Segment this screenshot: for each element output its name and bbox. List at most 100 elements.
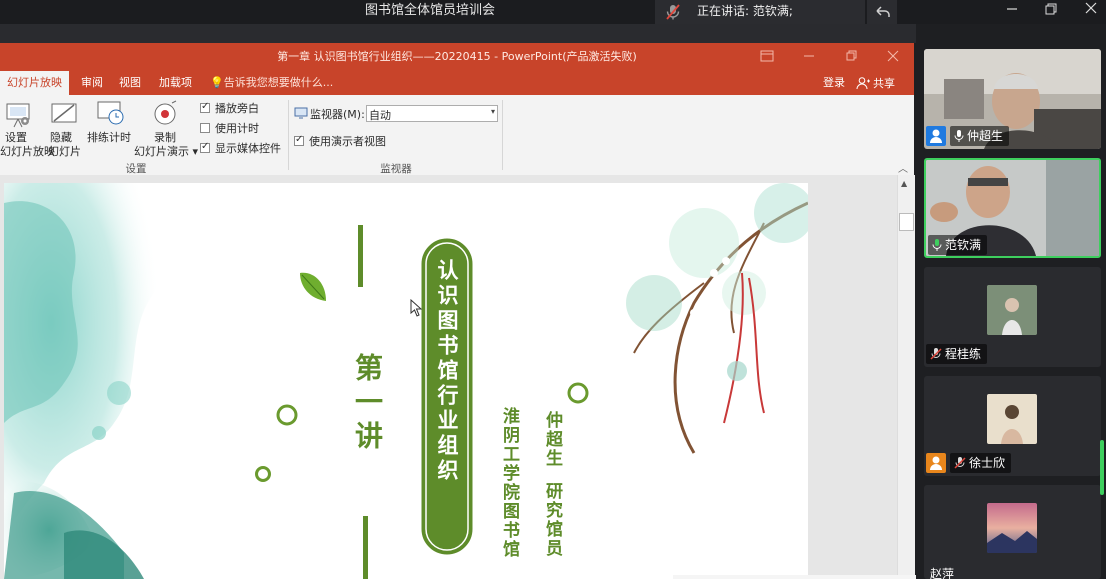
tell-me-text: 告诉我您想要做什么... <box>223 76 334 89</box>
tab-review[interactable]: 审阅 <box>74 71 110 95</box>
timings-check-icon <box>200 123 210 133</box>
media-label: 显示媒体控件 <box>215 142 281 155</box>
tell-me-box[interactable]: 💡告诉我您想要做什么... <box>210 71 333 95</box>
group-monitor-label: 监视器 <box>380 163 412 175</box>
ribbon-display-icon[interactable] <box>758 48 776 64</box>
scrollbar-thumb[interactable] <box>899 213 914 231</box>
participant-tile-avatar[interactable]: 程桂练 <box>924 267 1101 367</box>
use-timings-checkbox[interactable]: 使用计时 <box>200 121 259 135</box>
monitor-icon <box>294 107 308 119</box>
slide-institution: 淮阴工学院图书馆 <box>499 407 519 559</box>
mic-muted-icon <box>954 457 966 469</box>
return-icon <box>876 6 890 17</box>
ppt-close-icon[interactable] <box>884 48 902 64</box>
monitor-value: 自动 <box>369 109 391 122</box>
rehearse-timings-label: 排练计时 <box>87 131 131 144</box>
participant-tile-avatar[interactable]: 徐士欣 <box>924 376 1101 476</box>
avatar <box>987 285 1037 335</box>
close-button[interactable] <box>1076 0 1106 22</box>
ppt-minimize-icon[interactable] <box>800 48 818 64</box>
share-person-icon <box>856 77 870 90</box>
participant-name-chip: 程桂练 <box>926 344 988 364</box>
narration-label: 播放旁白 <box>215 102 259 115</box>
host-badge <box>926 126 946 146</box>
participant-name-chip: 仲超生 <box>950 126 1010 146</box>
setup-slideshow-icon <box>6 103 30 128</box>
tab-view[interactable]: 视图 <box>112 71 148 95</box>
participant-tile-avatar[interactable]: 赵萍 <box>924 485 1101 579</box>
ppt-restore-icon[interactable] <box>842 48 860 64</box>
cohost-badge <box>926 453 946 473</box>
restore-button[interactable] <box>1036 0 1066 22</box>
record-slideshow-button[interactable]: 录制 幻灯片演示 ▾ <box>134 99 200 159</box>
group-setup-label: 设置 <box>125 163 147 175</box>
mic-icon <box>954 130 964 142</box>
timings-label: 使用计时 <box>215 122 259 135</box>
ribbon-tabs: 幻灯片放映 审阅 视图 加载项 💡告诉我您想要做什么... 登录 共享 <box>0 71 914 95</box>
avatar-image <box>987 503 1037 553</box>
rehearse-timings-icon <box>97 101 124 125</box>
tab-addins[interactable]: 加载项 <box>152 71 199 95</box>
mic-muted-icon <box>930 348 942 360</box>
mic-muted-icon[interactable] <box>664 3 682 21</box>
play-narrations-checkbox[interactable]: 播放旁白 <box>200 101 259 115</box>
show-media-controls-checkbox[interactable]: 显示媒体控件 <box>200 141 281 155</box>
scroll-up-icon[interactable]: ▲ <box>901 179 907 188</box>
return-button[interactable] <box>867 0 897 24</box>
avatar-image <box>987 394 1037 444</box>
ribbon-divider-2 <box>502 100 503 170</box>
speaking-text: 正在讲话: 范钦满; <box>697 4 793 18</box>
collapse-ribbon-icon[interactable]: ︿ <box>898 160 908 175</box>
media-check-icon <box>200 141 210 153</box>
participant-name: 徐士欣 <box>969 456 1006 470</box>
avatar-image <box>987 285 1037 335</box>
mic-speaking-icon <box>932 239 942 251</box>
presenter-check-icon <box>294 134 304 146</box>
ribbon-divider <box>288 100 289 170</box>
presenter-view-label: 使用演示者视图 <box>309 135 386 148</box>
participant-name-chip: 徐士欣 <box>950 453 1012 473</box>
rehearse-timings-button[interactable]: 排练计时 <box>86 99 136 159</box>
powerpoint-window-title: 第一章 认识图书馆行业组织——20220415 - PowerPoint(产品激… <box>277 50 637 63</box>
narration-check-icon <box>200 101 210 113</box>
mouse-cursor-icon <box>410 299 422 317</box>
cohost-person-icon <box>930 456 942 470</box>
hide-slide-icon <box>51 103 77 123</box>
record-label-2: 幻灯片演示 ▾ <box>134 145 199 158</box>
slide-background-art <box>4 183 808 579</box>
close-icon <box>1085 2 1097 14</box>
monitor-dropdown[interactable]: 自动 ▾ <box>366 105 498 122</box>
slide-title: 认识图书馆行业组织 <box>435 259 459 484</box>
participant-tile-video[interactable]: 仲超生 <box>924 49 1101 149</box>
participant-name-chip: 范钦满 <box>928 235 988 255</box>
minimize-button[interactable] <box>997 0 1027 22</box>
login-link[interactable]: 登录 <box>816 71 852 95</box>
participant-name: 程桂练 <box>945 347 982 361</box>
host-person-icon <box>930 129 942 143</box>
lightbulb-icon: 💡 <box>210 76 224 89</box>
status-strip <box>673 575 916 579</box>
powerpoint-titlebar: 第一章 认识图书馆行业组织——20220415 - PowerPoint(产品激… <box>0 43 914 71</box>
share-button[interactable]: 共享 <box>856 74 895 92</box>
vertical-scrollbar[interactable]: ▲ <box>897 175 915 579</box>
chevron-down-icon: ▾ <box>490 107 495 116</box>
minimize-icon <box>1007 8 1017 10</box>
participant-tile-active-speaker[interactable]: 范钦满 <box>924 158 1101 258</box>
avatar <box>987 394 1037 444</box>
lecture-number: 第一讲 <box>351 353 384 455</box>
participant-name: 赵萍 <box>930 567 955 579</box>
tab-slideshow[interactable]: 幻灯片放映 <box>0 71 69 95</box>
window-gap <box>0 24 916 43</box>
participant-name: 范钦满 <box>945 238 982 252</box>
record-slideshow-icon <box>154 100 177 125</box>
presenter-view-checkbox[interactable]: 使用演示者视图 <box>294 134 386 148</box>
slide-speaker: 仲超生 研究馆员 <box>542 411 562 558</box>
hide-slide-button[interactable]: 隐藏 幻灯片 <box>48 99 82 159</box>
slide-canvas: 第一讲 认识图书馆行业组织 淮阴工学院图书馆 仲超生 研究馆员 <box>4 183 808 579</box>
setup-slideshow-button[interactable]: 设置 幻灯片放映 <box>0 99 55 159</box>
monitor-label: 监视器(M): <box>310 108 365 121</box>
panel-scroll-indicator[interactable] <box>1100 440 1104 495</box>
restore-icon <box>1045 3 1057 15</box>
participant-name: 仲超生 <box>967 129 1004 143</box>
hide-slide-label-2: 幻灯片 <box>48 145 81 158</box>
